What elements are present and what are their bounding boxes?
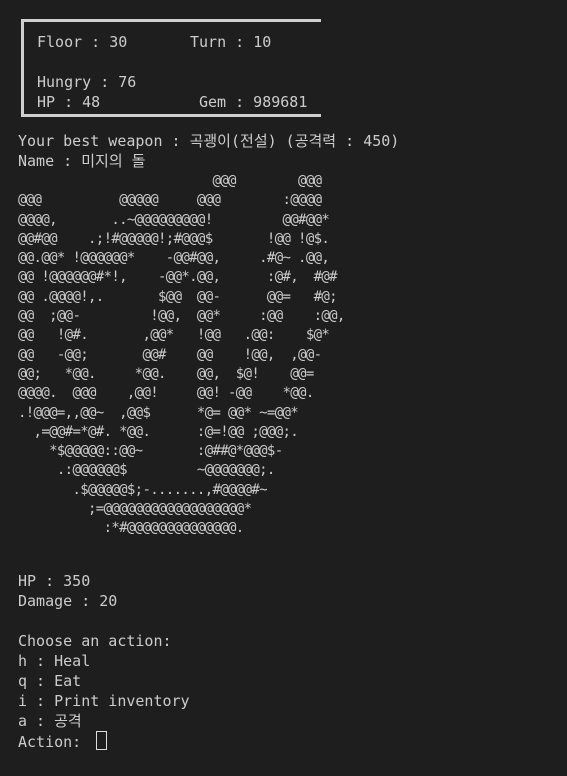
text-cursor[interactable] [96,731,108,750]
hungry-status: Hungry : 76 [37,73,137,91]
floor-status: Floor : 30 [37,33,128,51]
action-eat[interactable]: q : Eat [18,671,81,691]
turn-status: Turn : 10 [190,33,272,51]
action-heal[interactable]: h : Heal [18,651,90,671]
monster-ascii-art: @@@ @@@ @@@ @@@@@ @@@ :@@@@ @@@@, ..~@@@… [18,173,345,537]
action-attack[interactable]: a : 공격 [18,711,82,731]
action-input-line: Action: [18,731,108,751]
monster-damage: Damage : 20 [18,592,118,610]
status-panel: Floor : 30 Turn : 10 Hungry : 76 HP : 48… [21,19,321,117]
monster-hp: HP : 350 [18,572,91,590]
monster-name-line: Name : 미지의 돌 [18,152,146,170]
action-print-inventory[interactable]: i : Print inventory [18,691,190,711]
player-hp-status: HP : 48 [37,93,101,111]
action-input-label: Action: [18,733,91,751]
gem-status: Gem : 989681 [199,93,308,111]
best-weapon-line: Your best weapon : 곡괭이(전설) (공격력 : 450) [18,132,400,150]
action-prompt: Choose an action: [18,632,172,650]
